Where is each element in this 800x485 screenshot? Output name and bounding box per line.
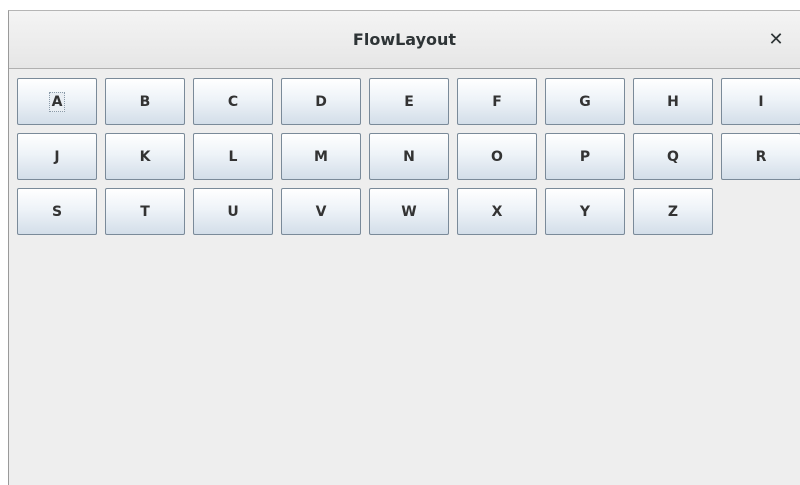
button-i[interactable]: I bbox=[721, 78, 800, 125]
button-label: G bbox=[579, 93, 591, 110]
button-b[interactable]: B bbox=[105, 78, 185, 125]
button-h[interactable]: H bbox=[633, 78, 713, 125]
button-p[interactable]: P bbox=[545, 133, 625, 180]
button-label: R bbox=[755, 148, 767, 165]
button-label: K bbox=[139, 148, 151, 165]
button-y[interactable]: Y bbox=[545, 188, 625, 235]
button-t[interactable]: T bbox=[105, 188, 185, 235]
title-bar[interactable]: FlowLayout ✕ bbox=[9, 11, 800, 69]
button-label: L bbox=[228, 148, 238, 165]
button-v[interactable]: V bbox=[281, 188, 361, 235]
button-w[interactable]: W bbox=[369, 188, 449, 235]
button-s[interactable]: S bbox=[17, 188, 97, 235]
button-j[interactable]: J bbox=[17, 133, 97, 180]
button-label: C bbox=[227, 93, 239, 110]
button-label: E bbox=[404, 93, 414, 110]
button-label: A bbox=[48, 91, 66, 112]
button-label: W bbox=[401, 203, 417, 220]
button-label: T bbox=[140, 203, 150, 220]
button-label: F bbox=[492, 93, 502, 110]
close-icon: ✕ bbox=[768, 29, 784, 50]
button-flow-panel: A B C D E F G H I J K L M N O P Q R S T U V W X Y Z bbox=[9, 70, 800, 243]
button-d[interactable]: D bbox=[281, 78, 361, 125]
button-label: N bbox=[403, 148, 415, 165]
button-r[interactable]: R bbox=[721, 133, 800, 180]
button-label: U bbox=[227, 203, 239, 220]
button-z[interactable]: Z bbox=[633, 188, 713, 235]
button-label: S bbox=[51, 203, 63, 220]
button-label: V bbox=[315, 203, 327, 220]
button-label: I bbox=[758, 93, 764, 110]
button-l[interactable]: L bbox=[193, 133, 273, 180]
button-label: Y bbox=[579, 203, 591, 220]
button-label: J bbox=[54, 148, 60, 165]
flowlayout-window: FlowLayout ✕ A B C D E F G H I J K L M N O P Q R S T U V W X Y Z bbox=[8, 10, 800, 485]
button-label: B bbox=[139, 93, 151, 110]
button-a[interactable]: A bbox=[17, 78, 97, 125]
button-m[interactable]: M bbox=[281, 133, 361, 180]
button-label: X bbox=[491, 203, 503, 220]
button-o[interactable]: O bbox=[457, 133, 537, 180]
close-button[interactable]: ✕ bbox=[762, 26, 790, 54]
button-label: O bbox=[491, 148, 503, 165]
button-label: Z bbox=[667, 203, 679, 220]
button-q[interactable]: Q bbox=[633, 133, 713, 180]
button-e[interactable]: E bbox=[369, 78, 449, 125]
button-u[interactable]: U bbox=[193, 188, 273, 235]
button-g[interactable]: G bbox=[545, 78, 625, 125]
window-title: FlowLayout bbox=[352, 30, 457, 49]
button-label: Q bbox=[667, 148, 679, 165]
button-label: P bbox=[579, 148, 591, 165]
button-c[interactable]: C bbox=[193, 78, 273, 125]
button-f[interactable]: F bbox=[457, 78, 537, 125]
content-pane: A B C D E F G H I J K L M N O P Q R S T U V W X Y Z bbox=[9, 70, 800, 485]
button-label: M bbox=[314, 148, 328, 165]
button-x[interactable]: X bbox=[457, 188, 537, 235]
button-label: D bbox=[315, 93, 327, 110]
button-label: H bbox=[667, 93, 679, 110]
button-k[interactable]: K bbox=[105, 133, 185, 180]
button-n[interactable]: N bbox=[369, 133, 449, 180]
